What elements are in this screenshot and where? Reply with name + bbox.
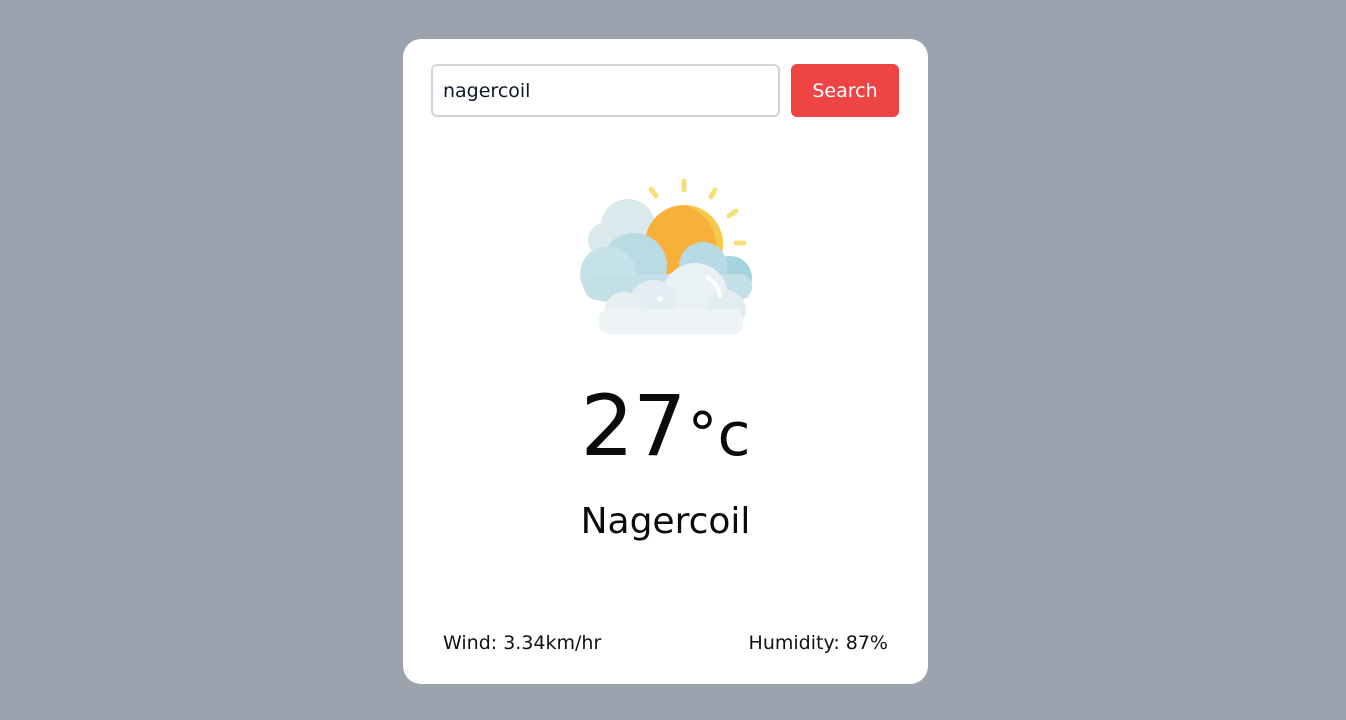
- city-name: Nagercoil: [580, 501, 751, 542]
- search-input[interactable]: [431, 64, 780, 117]
- temperature-unit: °c: [687, 400, 751, 470]
- wind-speed: Wind: 3.34km/hr: [443, 632, 602, 654]
- temperature-value: 27: [580, 377, 687, 475]
- temperature-display: 27°c: [403, 384, 928, 468]
- weather-card: Search: [403, 39, 928, 684]
- humidity-value: Humidity: 87%: [748, 632, 888, 654]
- search-button[interactable]: Search: [791, 64, 899, 117]
- partly-cloudy-sun-icon: [578, 174, 758, 334]
- search-bar: Search: [431, 64, 899, 118]
